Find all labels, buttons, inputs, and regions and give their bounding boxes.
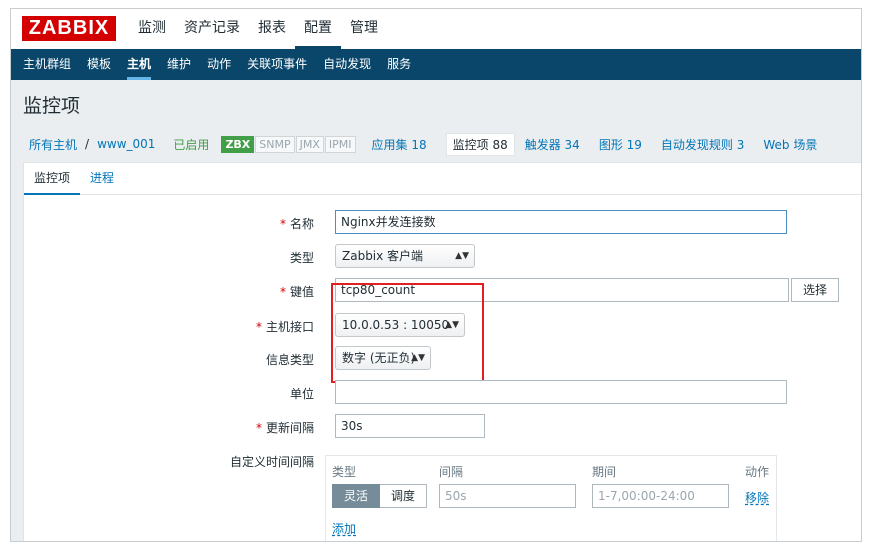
host-status-enabled[interactable]: 已启用 — [173, 136, 209, 153]
breadcrumb: 所有主机 / www_001 已启用 ZBX SNMP JMX IPMI 应用集… — [11, 130, 861, 158]
col-header-interval: 间隔 — [439, 465, 464, 479]
mode-flexible-button[interactable]: 灵活 — [332, 484, 381, 508]
submenu-discovery[interactable]: 自动发现 — [315, 49, 379, 80]
name-input[interactable]: Nginx并发连接数 — [335, 210, 787, 234]
submenu-maintenance[interactable]: 维护 — [159, 49, 199, 80]
menu-configuration[interactable]: 配置 — [295, 9, 341, 49]
main-menu: 监测 资产记录 报表 配置 管理 — [129, 9, 387, 49]
interval-input[interactable]: 30s — [335, 414, 485, 438]
breadcrumb-applications[interactable]: 应用集 18 — [372, 136, 427, 153]
type-select[interactable]: Zabbix 客户端 ▲▼ — [335, 244, 475, 268]
menu-monitoring[interactable]: 监测 — [129, 9, 175, 49]
key-label: * 键值 — [279, 285, 314, 299]
remove-interval-link[interactable]: 移除 — [745, 489, 769, 506]
breadcrumb-all-hosts[interactable]: 所有主机 — [29, 136, 77, 153]
sub-menu: 主机群组 模板 主机 维护 动作 关联项事件 自动发现 服务 — [11, 49, 861, 80]
tab-process[interactable]: 进程 — [90, 163, 114, 195]
select-arrows-icon: ▲▼ — [455, 251, 469, 261]
interval-mode-toggle: 灵活 调度 — [332, 484, 428, 508]
top-bar: ZABBIX 监测 资产记录 报表 配置 管理 — [11, 9, 861, 49]
menu-reports[interactable]: 报表 — [249, 9, 295, 49]
menu-inventory[interactable]: 资产记录 — [175, 9, 249, 49]
type-label: 类型 — [289, 251, 314, 265]
breadcrumb-host[interactable]: www_001 — [97, 137, 155, 151]
item-form-panel: 监控项 进程 * 名称 Nginx并发连接数 类型 Zabbix 客户端 ▲▼ * 键… — [23, 162, 861, 541]
zabbix-logo[interactable]: ZABBIX — [22, 16, 116, 41]
breadcrumb-separator: / — [85, 137, 90, 151]
breadcrumb-items[interactable]: 监控项 88 — [445, 132, 515, 156]
submenu-hosts[interactable]: 主机 — [119, 49, 159, 80]
name-label: * 名称 — [279, 217, 314, 231]
col-header-type: 类型 — [332, 465, 357, 479]
interval-label: * 更新间隔 — [255, 421, 314, 435]
jmx-availability-badge: JMX — [295, 135, 324, 153]
custom-intervals-label: 自定义时间间隔 — [229, 455, 314, 469]
breadcrumb-web-scenarios[interactable]: Web 场景 — [763, 136, 817, 153]
form-tabs: 监控项 进程 — [24, 163, 861, 195]
submenu-event-correlation[interactable]: 关联项事件 — [239, 49, 315, 80]
snmp-availability-badge: SNMP — [255, 135, 295, 153]
page-title: 监控项 — [23, 95, 81, 117]
app-window: ZABBIX 监测 资产记录 报表 配置 管理 主机群组 模板 主机 维护 动作… — [10, 8, 862, 542]
submenu-templates[interactable]: 模板 — [79, 49, 119, 80]
units-label: 单位 — [289, 387, 314, 401]
interface-label: * 主机接口 — [255, 320, 314, 334]
breadcrumb-triggers[interactable]: 触发器 34 — [525, 136, 580, 153]
ipmi-availability-badge: IPMI — [324, 135, 356, 153]
col-header-period: 期间 — [592, 465, 617, 479]
breadcrumb-discovery-rules[interactable]: 自动发现规则 3 — [661, 136, 744, 153]
units-input[interactable] — [335, 380, 787, 404]
submenu-actions[interactable]: 动作 — [199, 49, 239, 80]
submenu-services[interactable]: 服务 — [379, 49, 419, 80]
zbx-availability-badge: ZBX — [221, 135, 255, 153]
submenu-host-groups[interactable]: 主机群组 — [15, 49, 79, 80]
tab-item[interactable]: 监控项 — [24, 163, 81, 195]
highlight-box — [331, 283, 484, 383]
custom-interval-input[interactable]: 50s — [439, 484, 576, 508]
add-interval-link[interactable]: 添加 — [332, 520, 356, 537]
breadcrumb-graphs[interactable]: 图形 19 — [599, 136, 642, 153]
col-header-action: 动作 — [745, 465, 770, 479]
mode-scheduling-button[interactable]: 调度 — [380, 484, 428, 508]
custom-intervals-table: 类型 间隔 期间 动作 灵活 调度 50s 1-7,00:00-24:00 移除… — [325, 455, 777, 541]
key-select-button[interactable]: 选择 — [791, 278, 839, 302]
info-type-label: 信息类型 — [265, 353, 314, 367]
custom-period-input[interactable]: 1-7,00:00-24:00 — [592, 484, 729, 508]
menu-administration[interactable]: 管理 — [341, 9, 387, 49]
